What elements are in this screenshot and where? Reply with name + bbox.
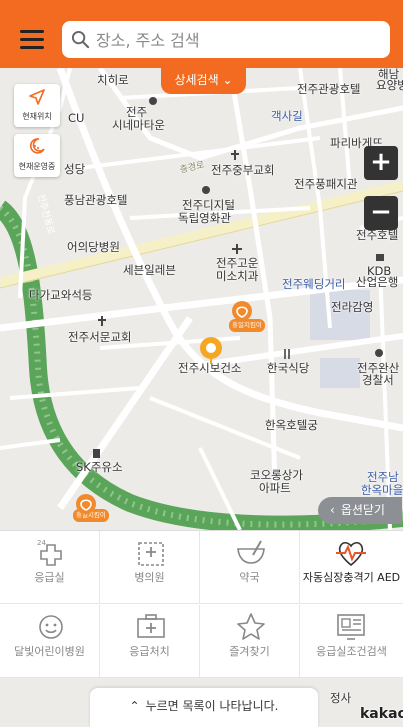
favorites-label: 즐겨찾기 [229, 645, 270, 658]
emergency-room-label: 응급실 [34, 571, 65, 584]
category-grid: 24 응급실 병의원 약국 자동심장충격기 AED 달빛어린이병원 응급처치 즐… [0, 530, 403, 679]
condition-search-icon [337, 614, 365, 640]
moonlight-child-hospital-button[interactable]: 달빛어린이병원 [0, 605, 100, 678]
map-label: 전주중부교회 [211, 163, 275, 177]
hospital-label: 병의원 [134, 571, 165, 584]
location-arrow-icon [29, 89, 45, 105]
search-input[interactable] [94, 27, 378, 53]
cinema-icon [202, 186, 210, 194]
condition-search-label: 응급실조건검색 [316, 645, 387, 658]
map-label: 다가교와석등 [29, 288, 93, 302]
current-location-label: 현재위치 [22, 112, 52, 121]
star-icon [237, 613, 265, 640]
options-close-label: 옵션닫기 [340, 503, 385, 517]
cinema-icon [149, 97, 157, 105]
pharmacy-button[interactable]: 약국 [200, 531, 300, 604]
hospital-button[interactable]: 병의원 [100, 531, 200, 604]
map-label: 전주호텔 [356, 228, 399, 242]
health-center-marker-icon[interactable] [199, 336, 223, 364]
pharmacy-label: 약국 [239, 571, 260, 584]
moonlight-child-hospital-label: 달빛어린이병원 [14, 645, 85, 658]
open-now-button[interactable]: 현재운영중 [14, 134, 60, 177]
first-aid-icon [137, 614, 165, 638]
map-label: 전주풍패지관 [294, 177, 358, 191]
map-label: CU [68, 111, 85, 125]
map-label: 정사 [330, 691, 352, 705]
restaurant-icon [284, 349, 290, 359]
map-label: 전주웨딩거리 [282, 277, 346, 291]
map-label: 한옥호텔궁 [265, 418, 318, 432]
aed-icon [336, 541, 366, 567]
map-label: 전라감영 [331, 300, 374, 314]
map-label: 독립영화관 [178, 211, 231, 225]
aed-button[interactable]: 자동심장충격기 AED [300, 531, 403, 604]
aed-label: 자동심장충격기 AED [302, 571, 401, 584]
map-label: 요양병 [376, 78, 403, 92]
chevron-down-icon: ⌄ [222, 73, 233, 87]
gas-station-icon [93, 449, 100, 458]
clinic-icon [232, 244, 242, 254]
moonlight-child-hospital-icon [39, 615, 63, 639]
hospital-icon [138, 542, 164, 566]
church-icon [231, 150, 239, 160]
map-label: 세븐일레븐 [123, 263, 176, 277]
first-aid-button[interactable]: 응급처치 [100, 605, 200, 678]
chevron-up-icon: ⌃ [129, 699, 140, 713]
map-label: 산업은행 [356, 275, 399, 289]
holiday-keeper-marker-icon [76, 494, 96, 514]
map-label: 전주서문교회 [68, 330, 132, 344]
menu-icon[interactable] [20, 30, 44, 50]
map-label: 성당 [64, 162, 86, 176]
map-label: 한국식당 [267, 361, 310, 375]
map-label: 미소치과 [216, 269, 259, 283]
chevron-left-icon: ‹ [330, 503, 335, 517]
list-toggle-label: 누르면 목록이 나타납니다. [145, 699, 279, 713]
condition-search-button[interactable]: 응급실조건검색 [300, 605, 403, 678]
kakao-logo: kakao [360, 706, 403, 722]
map-label: 한옥마을 [361, 483, 403, 497]
map-label: SK주유소 [76, 460, 123, 474]
map-label: 아파트 [259, 481, 291, 495]
map-label: 풍남관광호텔 [64, 193, 128, 207]
moon-icon [29, 138, 45, 154]
map-label: 전주관광호텔 [297, 82, 361, 96]
map[interactable]: 치히로 전주 시네마타운 CU 전주관광호텔 해남 요양병 객사길 파리바게뜨 … [0, 68, 403, 530]
emergency-room-icon: 24 [37, 539, 62, 566]
zoom-out-button[interactable]: − [364, 196, 398, 230]
options-close-button[interactable]: ‹ 옵션닫기 [318, 497, 402, 524]
church-icon [98, 316, 106, 326]
detail-search-tab[interactable]: 상세검색 ⌄ [161, 68, 246, 94]
bank-icon [376, 254, 384, 261]
favorites-button[interactable]: 즐겨찾기 [200, 605, 300, 678]
police-icon [375, 349, 383, 357]
emergency-room-button[interactable]: 24 응급실 [0, 531, 100, 604]
open-now-label: 현재운영중 [18, 162, 56, 171]
map-label: 어의당병원 [67, 240, 120, 254]
search-icon [71, 30, 90, 49]
pharmacy-icon [237, 540, 265, 564]
map-label: 시네마타운 [112, 118, 165, 132]
current-location-button[interactable]: 현재위치 [14, 84, 60, 127]
list-toggle-hint[interactable]: ⌃ 누르면 목록이 나타납니다. [90, 688, 318, 727]
first-aid-label: 응급처치 [129, 645, 170, 658]
map-label: 경찰서 [362, 373, 394, 387]
svg-text:24: 24 [37, 539, 46, 547]
map-label: 객사길 [271, 109, 303, 123]
holiday-keeper-marker-icon [232, 301, 252, 321]
map-label: 치히로 [97, 73, 129, 87]
zoom-in-button[interactable]: + [364, 146, 398, 180]
detail-search-label: 상세검색 [174, 73, 219, 87]
search-box[interactable] [62, 21, 390, 58]
